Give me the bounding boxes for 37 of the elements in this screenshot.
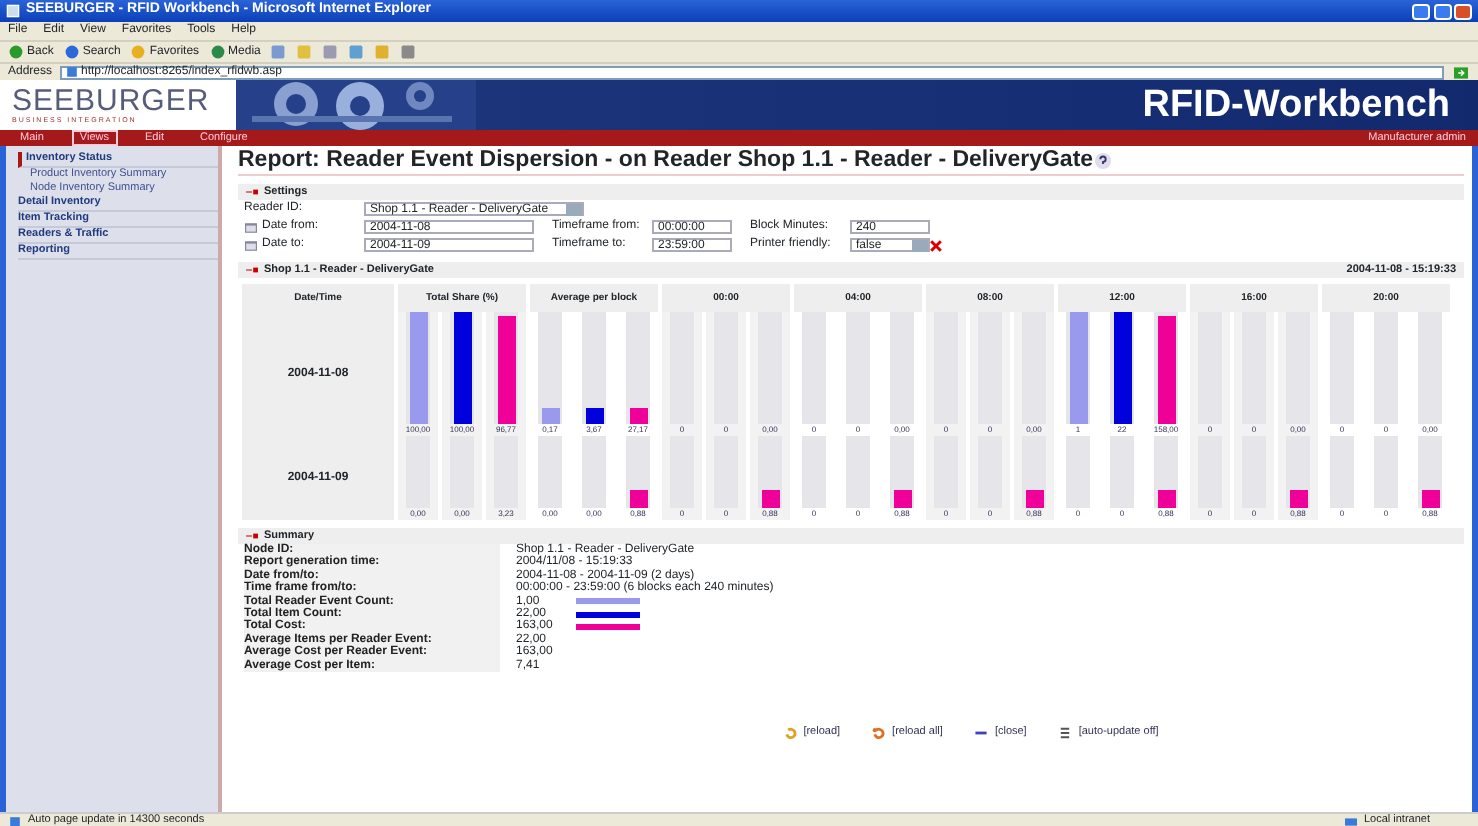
collapse-icon[interactable] [244,264,260,276]
minimize-button[interactable] [1412,3,1430,19]
bar-track [802,436,826,508]
toolbar-icon [63,44,80,60]
go-icon[interactable] [1452,65,1470,79]
collapse-icon[interactable] [244,530,260,542]
report-title: Report: Reader Event Dispersion - on Reader Shop 1.1 - Reader - DeliveryGate [238,148,1094,174]
toolbar-icon [130,44,147,60]
bar-track [802,312,826,424]
browser-icon [6,4,20,18]
intranet-icon [1343,815,1358,826]
bar-track [890,312,914,424]
bar-track [846,436,870,508]
reload-all-icon [872,725,887,740]
reload-icon [783,725,798,740]
bar-track [1110,436,1134,508]
bar-track [1066,436,1090,508]
bar-track [1374,312,1398,424]
page-icon [8,815,22,826]
bar-track [846,312,870,424]
product-title: RFID-Workbench [1142,84,1452,126]
bar-track [1418,312,1442,424]
page-icon [66,66,79,78]
bar-track [1330,436,1354,508]
logo: SEEBURGER [12,87,212,115]
toolbar-icon [8,44,24,60]
collapse-icon[interactable] [244,186,260,198]
help-icon[interactable] [1093,152,1112,170]
auto-icon [1058,725,1073,740]
clear-icon[interactable] [930,239,942,251]
bar-track [1330,312,1354,424]
bar-track [582,436,606,508]
close-button[interactable] [1454,3,1472,19]
bar-track [538,436,562,508]
maximize-button[interactable] [1433,3,1451,19]
bar-track [1374,436,1398,508]
toolbar-icon [209,44,226,60]
